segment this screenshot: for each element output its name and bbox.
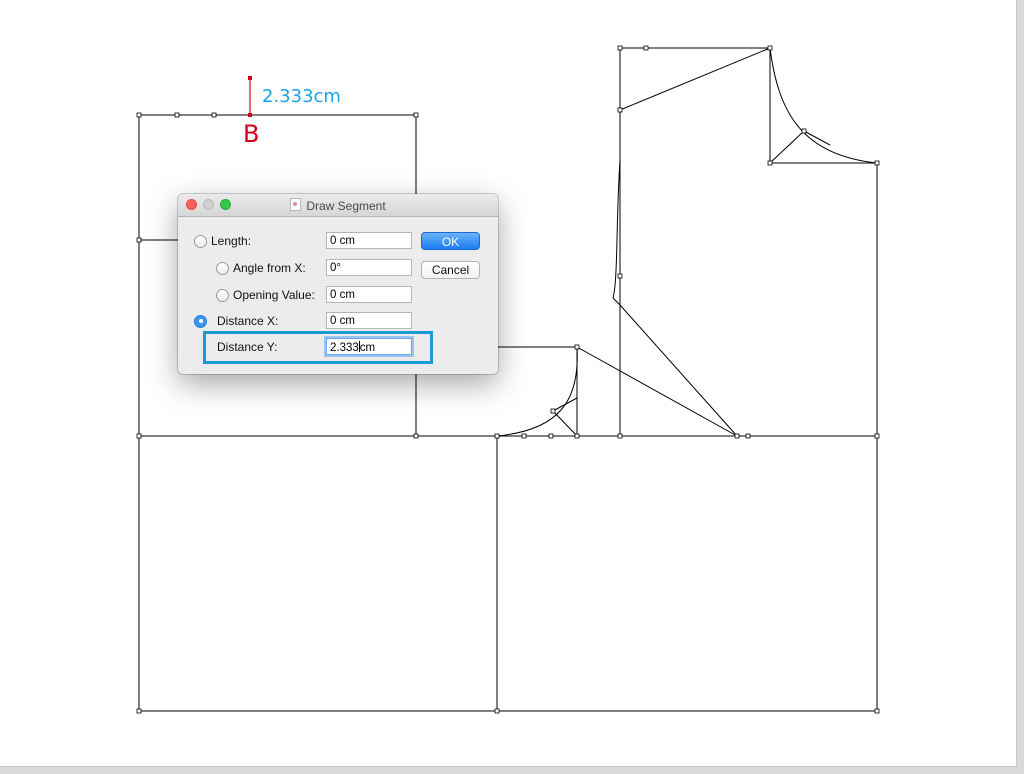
length-option[interactable]: Length: bbox=[194, 234, 251, 248]
pattern-segment bbox=[496, 346, 578, 437]
dialog-titlebar[interactable]: Draw Segment bbox=[178, 194, 498, 217]
control-point[interactable] bbox=[136, 708, 142, 714]
drawing-canvas[interactable] bbox=[0, 0, 1017, 767]
distance-y-highlight-box bbox=[203, 331, 433, 364]
pattern-segment bbox=[769, 130, 805, 164]
angle-radio[interactable] bbox=[216, 261, 229, 275]
control-point[interactable] bbox=[874, 433, 880, 439]
distance-x-option[interactable]: Distance X: bbox=[194, 314, 278, 328]
pattern-segment bbox=[612, 297, 738, 437]
ok-button[interactable]: OK bbox=[421, 232, 480, 250]
pattern-segment bbox=[576, 346, 738, 437]
control-point[interactable] bbox=[413, 433, 419, 439]
control-point[interactable] bbox=[767, 160, 773, 166]
control-point[interactable] bbox=[734, 433, 740, 439]
control-point[interactable] bbox=[550, 408, 556, 414]
length-radio[interactable] bbox=[194, 234, 207, 248]
opening-radio[interactable] bbox=[216, 288, 229, 302]
control-point[interactable] bbox=[548, 433, 554, 439]
control-point[interactable] bbox=[174, 112, 180, 118]
document-icon bbox=[290, 198, 302, 211]
control-point[interactable] bbox=[643, 45, 649, 51]
angle-field[interactable]: 0° bbox=[326, 259, 412, 276]
control-point[interactable] bbox=[617, 107, 623, 113]
control-point[interactable] bbox=[136, 237, 142, 243]
opening-option[interactable]: Opening Value: bbox=[216, 288, 315, 302]
control-point[interactable] bbox=[767, 45, 773, 51]
dialog-title: Draw Segment bbox=[178, 198, 498, 213]
measure-endpoint bbox=[248, 76, 252, 80]
control-point[interactable] bbox=[136, 433, 142, 439]
control-point[interactable] bbox=[211, 112, 217, 118]
opening-field[interactable]: 0 cm bbox=[326, 286, 412, 303]
control-point[interactable] bbox=[801, 128, 807, 134]
control-point[interactable] bbox=[874, 160, 880, 166]
control-point[interactable] bbox=[574, 344, 580, 350]
control-point[interactable] bbox=[413, 112, 419, 118]
control-point[interactable] bbox=[494, 433, 500, 439]
control-point[interactable] bbox=[617, 273, 623, 279]
control-point[interactable] bbox=[617, 433, 623, 439]
distance-x-field[interactable]: 0 cm bbox=[326, 312, 412, 329]
distance-x-label: Distance X: bbox=[217, 314, 279, 328]
pattern-segment bbox=[552, 397, 578, 412]
control-point[interactable] bbox=[617, 45, 623, 51]
control-point[interactable] bbox=[521, 433, 527, 439]
control-point[interactable] bbox=[494, 708, 500, 714]
pattern-segment bbox=[552, 410, 578, 437]
angle-label: Angle from X: bbox=[233, 261, 306, 275]
dialog-title-text: Draw Segment bbox=[306, 199, 386, 213]
control-point[interactable] bbox=[874, 708, 880, 714]
control-point[interactable] bbox=[745, 433, 751, 439]
cancel-button[interactable]: Cancel bbox=[421, 261, 480, 279]
point-b-marker bbox=[248, 113, 252, 117]
pattern-segment bbox=[769, 47, 878, 164]
pattern-drawing[interactable] bbox=[0, 0, 1016, 766]
pattern-segment bbox=[138, 435, 878, 712]
control-point[interactable] bbox=[136, 112, 142, 118]
distance-x-radio[interactable] bbox=[194, 314, 207, 328]
opening-label: Opening Value: bbox=[233, 288, 315, 302]
length-label: Length: bbox=[211, 234, 252, 248]
angle-option[interactable]: Angle from X: bbox=[216, 261, 306, 275]
length-field[interactable]: 0 cm bbox=[326, 232, 412, 249]
pattern-segment bbox=[619, 47, 770, 436]
pattern-segment bbox=[619, 47, 771, 111]
control-point[interactable] bbox=[574, 433, 580, 439]
distance-label: 2.333cm bbox=[262, 86, 341, 107]
point-b-label: B bbox=[243, 120, 260, 148]
